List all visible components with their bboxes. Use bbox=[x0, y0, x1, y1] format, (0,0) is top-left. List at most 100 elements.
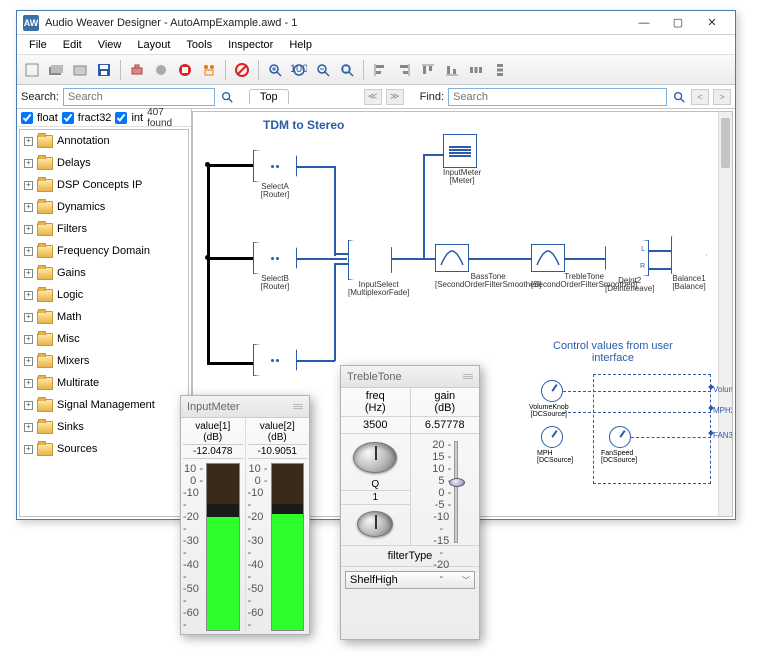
close-button[interactable]: ✕ bbox=[695, 13, 729, 33]
block-volume-knob[interactable] bbox=[541, 380, 563, 402]
expand-icon[interactable]: + bbox=[24, 181, 33, 190]
expand-icon[interactable]: + bbox=[24, 269, 33, 278]
tree-item[interactable]: +Misc bbox=[20, 328, 188, 350]
tb-disable[interactable] bbox=[231, 59, 253, 81]
tree-item[interactable]: +Sources bbox=[20, 438, 188, 460]
menu-help[interactable]: Help bbox=[281, 37, 320, 53]
tb-save[interactable] bbox=[93, 59, 115, 81]
tree-item[interactable]: +Frequency Domain bbox=[20, 240, 188, 262]
expand-icon[interactable]: + bbox=[24, 203, 33, 212]
module-tree[interactable]: +Annotation+Delays+DSP Concepts IP+Dynam… bbox=[19, 129, 189, 517]
search-icon[interactable] bbox=[219, 89, 235, 105]
tree-item[interactable]: +Filters bbox=[20, 218, 188, 240]
tree-item[interactable]: +Mixers bbox=[20, 350, 188, 372]
canvas-tab-top[interactable]: Top bbox=[249, 89, 289, 104]
expand-icon[interactable]: + bbox=[24, 247, 33, 256]
gain-slider[interactable] bbox=[454, 441, 458, 543]
tb-align-top[interactable] bbox=[417, 59, 439, 81]
menu-layout[interactable]: Layout bbox=[129, 37, 178, 53]
tb-zoom-fit[interactable] bbox=[336, 59, 358, 81]
expand-icon[interactable]: + bbox=[24, 401, 33, 410]
gain-slider-thumb[interactable] bbox=[449, 478, 465, 487]
tb-align-right[interactable] bbox=[393, 59, 415, 81]
input-meter-title[interactable]: InputMeter bbox=[181, 396, 309, 418]
expand-icon[interactable]: + bbox=[24, 357, 33, 366]
block-input-select[interactable]: InputSelect [MultiplexorFade] bbox=[348, 240, 409, 298]
minimize-button[interactable]: — bbox=[627, 13, 661, 33]
maximize-button[interactable]: ▢ bbox=[661, 13, 695, 33]
expand-icon[interactable]: + bbox=[24, 423, 33, 432]
folder-icon bbox=[37, 201, 53, 214]
module-search-input[interactable] bbox=[63, 88, 215, 106]
menu-tools[interactable]: Tools bbox=[178, 37, 220, 53]
q-knob[interactable] bbox=[357, 511, 393, 537]
find-prev[interactable]: < bbox=[691, 89, 709, 105]
menu-file[interactable]: File bbox=[21, 37, 55, 53]
tb-zoom-in[interactable] bbox=[264, 59, 286, 81]
tb-dist-v[interactable] bbox=[489, 59, 511, 81]
freq-knob[interactable] bbox=[353, 442, 397, 473]
expand-icon[interactable]: + bbox=[24, 291, 33, 300]
block-balance1[interactable]: Balance1 [Balance] bbox=[671, 236, 707, 292]
folder-icon bbox=[37, 157, 53, 170]
expand-icon[interactable]: + bbox=[24, 159, 33, 168]
tb-align-bottom[interactable] bbox=[441, 59, 463, 81]
tree-item[interactable]: +Delays bbox=[20, 152, 188, 174]
tab-nav-prev[interactable]: ≪ bbox=[364, 89, 382, 105]
tb-dist-h[interactable] bbox=[465, 59, 487, 81]
tree-item-label: Sinks bbox=[57, 421, 84, 433]
block-select-b[interactable]: SelectB [Router] bbox=[253, 242, 297, 292]
filter-type-dropdown[interactable]: ShelfHigh﹀ bbox=[345, 571, 475, 589]
tb-tune[interactable] bbox=[198, 59, 220, 81]
tree-item[interactable]: +Gains bbox=[20, 262, 188, 284]
filter-float-chk[interactable] bbox=[21, 112, 33, 124]
filter-fract32-chk[interactable] bbox=[62, 112, 74, 124]
folder-icon bbox=[37, 399, 53, 412]
tree-item[interactable]: +Dynamics bbox=[20, 196, 188, 218]
menu-edit[interactable]: Edit bbox=[55, 37, 90, 53]
tree-item[interactable]: +Math bbox=[20, 306, 188, 328]
tree-item[interactable]: +Annotation bbox=[20, 130, 188, 152]
tab-nav-next[interactable]: ≫ bbox=[386, 89, 404, 105]
filter-int-chk[interactable] bbox=[115, 112, 127, 124]
tb-zoom-100[interactable]: 100 bbox=[288, 59, 310, 81]
tb-align-left[interactable] bbox=[369, 59, 391, 81]
tree-item[interactable]: +DSP Concepts IP bbox=[20, 174, 188, 196]
canvas-find-input[interactable] bbox=[448, 88, 667, 106]
tb-new[interactable] bbox=[21, 59, 43, 81]
tree-item[interactable]: +Multirate bbox=[20, 372, 188, 394]
tb-build[interactable] bbox=[126, 59, 148, 81]
drag-grip-icon[interactable] bbox=[463, 374, 473, 379]
titlebar[interactable]: AW Audio Weaver Designer - AutoAmpExampl… bbox=[17, 11, 735, 35]
menu-inspector[interactable]: Inspector bbox=[220, 37, 281, 53]
input-meter-panel[interactable]: InputMeter value[1] (dB) -12.0478 10 -0 … bbox=[180, 395, 310, 635]
tree-item[interactable]: +Signal Management bbox=[20, 394, 188, 416]
find-icon[interactable] bbox=[671, 89, 687, 105]
drag-grip-icon[interactable] bbox=[293, 404, 303, 409]
menu-view[interactable]: View bbox=[90, 37, 130, 53]
treble-tone-title[interactable]: TrebleTone bbox=[341, 366, 479, 388]
find-next[interactable]: > bbox=[713, 89, 731, 105]
tb-zoom-out[interactable] bbox=[312, 59, 334, 81]
tree-item[interactable]: + Sinks bbox=[20, 416, 188, 438]
block-deint2[interactable]: L R Deint2 [Deinterleave] bbox=[605, 240, 654, 294]
canvas-scrollbar-v[interactable] bbox=[718, 112, 732, 516]
tb-open[interactable] bbox=[45, 59, 67, 81]
tree-item[interactable]: +Logic bbox=[20, 284, 188, 306]
tb-stop[interactable] bbox=[174, 59, 196, 81]
expand-icon[interactable]: + bbox=[24, 445, 33, 454]
expand-icon[interactable]: + bbox=[24, 137, 33, 146]
block-select-c[interactable] bbox=[253, 344, 297, 376]
expand-icon[interactable]: + bbox=[24, 313, 33, 322]
block-fan-speed[interactable] bbox=[609, 426, 631, 448]
treble-tone-panel[interactable]: TrebleTone freq (Hz) gain (dB) 3500 6.57… bbox=[340, 365, 480, 640]
block-bass-tone[interactable]: BassTone [SecondOrderFilterSmoothed] bbox=[435, 244, 541, 290]
block-input-meter[interactable]: InputMeter [Meter] bbox=[443, 134, 481, 186]
tb-browse[interactable] bbox=[69, 59, 91, 81]
block-select-a[interactable]: SelectA [Router] bbox=[253, 150, 297, 200]
expand-icon[interactable]: + bbox=[24, 379, 33, 388]
block-mph[interactable] bbox=[541, 426, 563, 448]
expand-icon[interactable]: + bbox=[24, 225, 33, 234]
tb-record[interactable] bbox=[150, 59, 172, 81]
expand-icon[interactable]: + bbox=[24, 335, 33, 344]
